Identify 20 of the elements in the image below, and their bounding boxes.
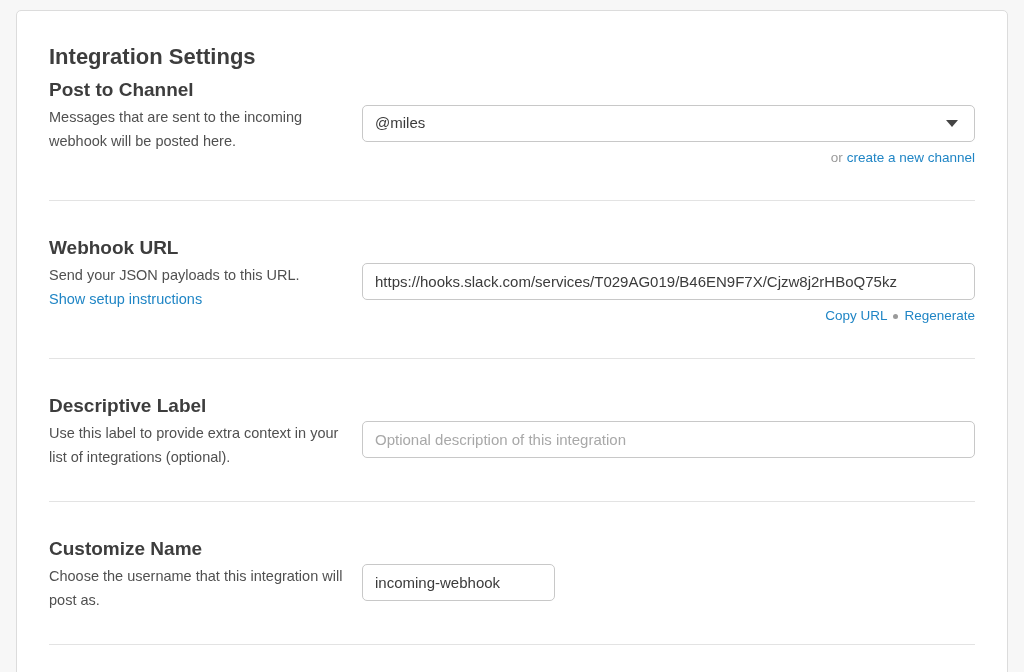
section-title: Customize Name [49,537,204,561]
webhook-url-field[interactable]: https://hooks.slack.com/services/T029AG019/B46EN9F7X/Cjzw8j2rHBoQ75kz [362,263,975,300]
action-link[interactable]: Regenerate [904,306,975,326]
channel-select[interactable]: @miles [362,105,975,142]
action-link[interactable]: Copy URL [825,306,888,326]
action-link[interactable]: create a new channel [846,148,975,168]
label-input-field[interactable]: Optional description of this integration [362,421,975,458]
section-description: Messages that are sent to the incoming webhook will be posted here. [49,108,304,151]
section-description: Choose the username that this integration will post as. [49,567,344,610]
setup-instructions-link[interactable]: Show setup instructions [49,287,346,311]
section-title: Webhook URL [49,236,180,260]
section-title: Post to Channel [49,78,195,102]
section-title: Descriptive Label [49,394,208,418]
section-description: Use this label to provide extra context in your list of integrations (optional). [49,424,340,467]
bullet-separator-icon [893,313,899,319]
section-description: Send your JSON payloads to this URL. [49,266,301,285]
name-input-field[interactable]: incoming-webhook [362,564,555,601]
caret-icon [946,120,958,127]
or-text: or [830,149,843,167]
page-title: Integration Settings [49,43,257,71]
